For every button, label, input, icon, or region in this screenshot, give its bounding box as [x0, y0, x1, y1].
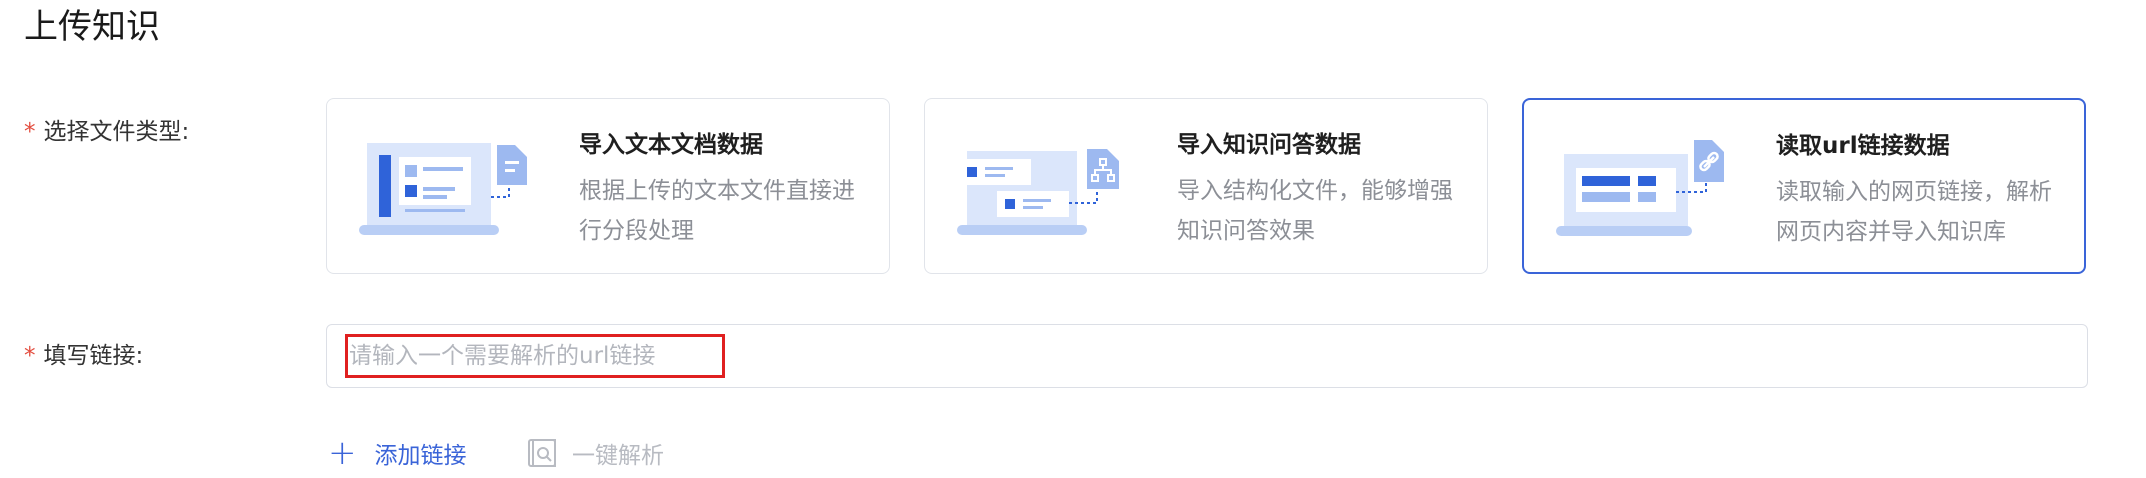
file-type-label: * 选择文件类型:	[24, 119, 190, 145]
link-label: * 填写链接:	[24, 343, 144, 369]
plus-icon: +	[328, 433, 357, 473]
one-click-parse-button[interactable]: 一键解析	[526, 436, 664, 470]
page-title: 上传知识	[24, 7, 160, 47]
document-file-icon	[359, 143, 527, 235]
link-icon	[1556, 140, 1724, 236]
required-mark: *	[24, 119, 36, 145]
add-link-button[interactable]: + 添加链接	[328, 436, 467, 470]
card-description: 读取输入的网页链接，解析网页内容并导入知识库	[1776, 179, 2052, 245]
url-input-container	[326, 324, 2088, 388]
parse-label: 一键解析	[572, 443, 664, 469]
file-type-card-text-document[interactable]: 导入文本文档数据 根据上传的文本文件直接进行分段处理	[326, 98, 890, 274]
required-mark: *	[24, 343, 36, 369]
card-title: 导入文本文档数据	[579, 132, 763, 158]
file-type-card-url[interactable]: 读取url链接数据 读取输入的网页链接，解析网页内容并导入知识库	[1522, 98, 2086, 274]
card-description: 导入结构化文件，能够增强知识问答效果	[1177, 178, 1453, 244]
card-title: 读取url链接数据	[1776, 133, 1950, 159]
card-description: 根据上传的文本文件直接进行分段处理	[579, 178, 855, 244]
card-title: 导入知识问答数据	[1177, 132, 1361, 158]
qa-structure-icon	[957, 149, 1119, 235]
url-input[interactable]	[347, 325, 2071, 387]
file-type-card-qa[interactable]: 导入知识问答数据 导入结构化文件，能够增强知识问答效果	[924, 98, 1488, 274]
document-search-icon	[528, 439, 556, 467]
add-link-label: 添加链接	[374, 443, 467, 469]
